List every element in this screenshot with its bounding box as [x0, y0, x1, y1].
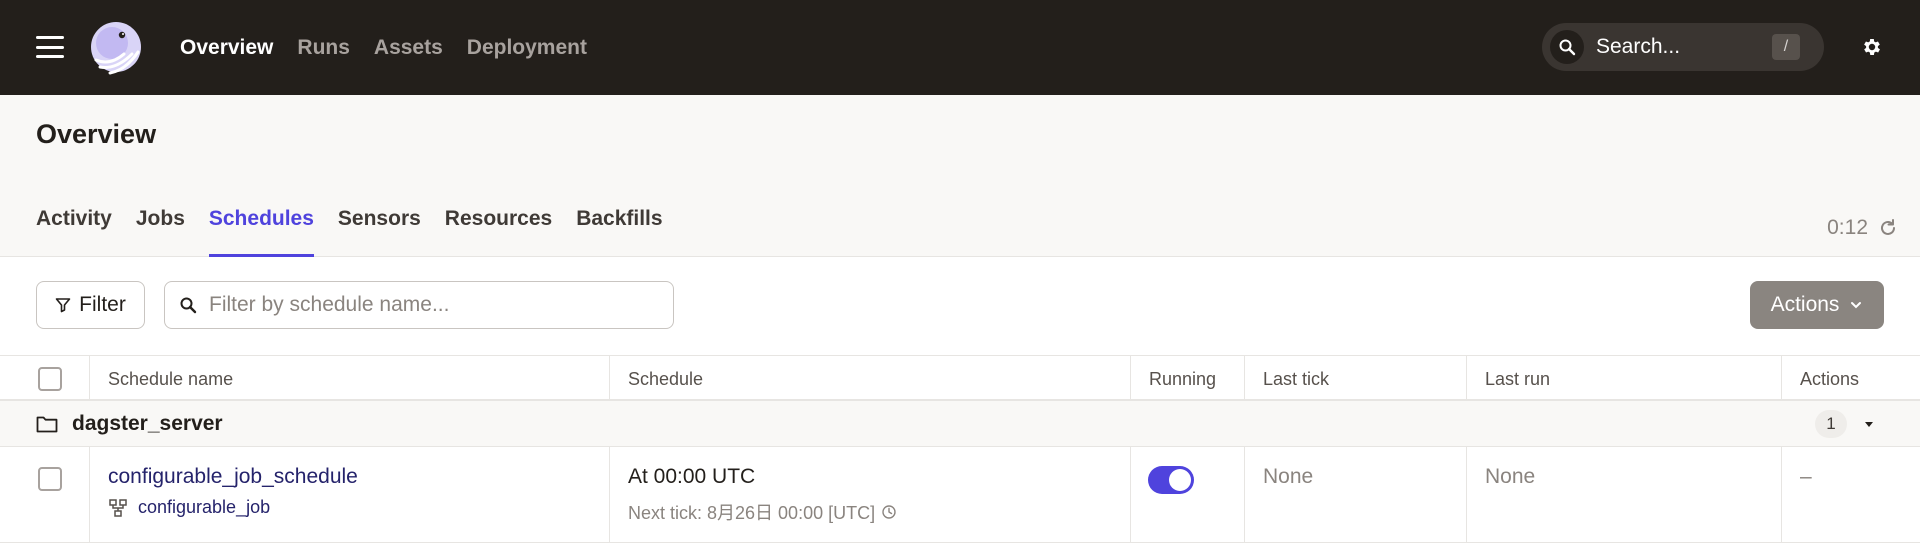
dagster-logo-icon[interactable] [88, 20, 144, 76]
page-header: Overview Activity Jobs Schedules Sensors… [0, 95, 1920, 257]
caret-down-icon[interactable] [1862, 417, 1876, 431]
tab-sensors[interactable]: Sensors [338, 205, 421, 257]
next-tick: Next tick: 8月26日 00:00 [UTC] [628, 499, 897, 525]
last-run-value: None [1485, 465, 1536, 488]
repository-group-row[interactable]: dagster_server 1 [0, 401, 1920, 447]
search-shortcut-key: / [1772, 34, 1800, 60]
nav-assets[interactable]: Assets [374, 36, 443, 60]
schedule-name-link[interactable]: configurable_job_schedule [108, 465, 358, 489]
primary-nav: Overview Runs Assets Deployment [180, 0, 587, 95]
column-header-running[interactable]: Running [1149, 356, 1216, 402]
nav-runs[interactable]: Runs [297, 36, 350, 60]
filter-icon [55, 298, 71, 313]
column-header-last-tick[interactable]: Last tick [1263, 356, 1329, 402]
job-graph-icon [109, 498, 127, 517]
chevron-down-icon [1851, 302, 1862, 309]
global-search[interactable]: Search... / [1542, 23, 1824, 71]
actions-button[interactable]: Actions [1750, 281, 1884, 329]
select-all-cell [38, 356, 62, 402]
tab-activity[interactable]: Activity [36, 205, 112, 257]
job-link[interactable]: configurable_job [108, 497, 358, 518]
nav-deployment[interactable]: Deployment [467, 36, 587, 60]
row-select-cell [38, 467, 62, 491]
column-header-actions: Actions [1800, 368, 1860, 389]
refresh-icon[interactable] [1878, 218, 1898, 238]
gear-icon[interactable] [1861, 36, 1883, 58]
column-header-last-run[interactable]: Last run [1485, 356, 1550, 402]
schedule-filter-field[interactable] [164, 281, 674, 329]
page-title: Overview [36, 119, 157, 149]
filter-button-label: Filter [79, 293, 126, 316]
search-icon [180, 297, 197, 314]
global-search-placeholder: Search... [1596, 35, 1681, 58]
schedules-toolbar: Filter Actions [0, 257, 1920, 355]
tab-backfills[interactable]: Backfills [576, 205, 662, 257]
running-cell [1148, 466, 1194, 494]
group-count-badge: 1 [1815, 410, 1847, 438]
top-navigation-bar: Overview Runs Assets Deployment Search..… [0, 0, 1920, 95]
menu-icon[interactable] [36, 36, 64, 58]
tab-resources[interactable]: Resources [445, 205, 552, 257]
column-header-schedule-name[interactable]: Schedule name [108, 356, 233, 402]
next-tick-text: Next tick: 8月26日 00:00 [UTC] [628, 503, 876, 523]
schedule-name-cell: configurable_job_schedule configurable_j… [108, 465, 358, 518]
job-name: configurable_job [138, 497, 271, 517]
table-row: configurable_job_schedule configurable_j… [0, 447, 1920, 543]
column-header-schedule[interactable]: Schedule [628, 356, 703, 402]
refresh-countdown[interactable]: 0:12 [1827, 216, 1898, 240]
schedule-cron-text: At 00:00 UTC [628, 465, 756, 488]
folder-icon [36, 416, 58, 433]
schedule-filter-input[interactable] [207, 292, 647, 318]
search-icon [1550, 30, 1584, 64]
repository-group-name: dagster_server [72, 412, 223, 435]
last-tick-value: None [1263, 465, 1314, 488]
select-all-checkbox[interactable] [38, 367, 62, 391]
table-header: Schedule name Schedule Running Last tick… [0, 355, 1920, 402]
overview-tabs: Activity Jobs Schedules Sensors Resource… [36, 205, 663, 257]
filter-button[interactable]: Filter [36, 281, 145, 329]
row-checkbox[interactable] [38, 467, 62, 491]
schedules-table: Schedule name Schedule Running Last tick… [0, 355, 1920, 543]
clock-icon [882, 505, 896, 519]
actions-button-label: Actions [1770, 293, 1840, 316]
nav-overview[interactable]: Overview [180, 36, 273, 60]
refresh-countdown-text: 0:12 [1827, 216, 1868, 239]
tab-schedules[interactable]: Schedules [208, 205, 314, 257]
schedule-cell: At 00:00 UTC Next tick: 8月26日 00:00 [UTC… [628, 465, 897, 525]
running-toggle[interactable] [1148, 466, 1194, 494]
tab-jobs[interactable]: Jobs [136, 205, 185, 257]
row-actions-value: – [1800, 465, 1812, 488]
